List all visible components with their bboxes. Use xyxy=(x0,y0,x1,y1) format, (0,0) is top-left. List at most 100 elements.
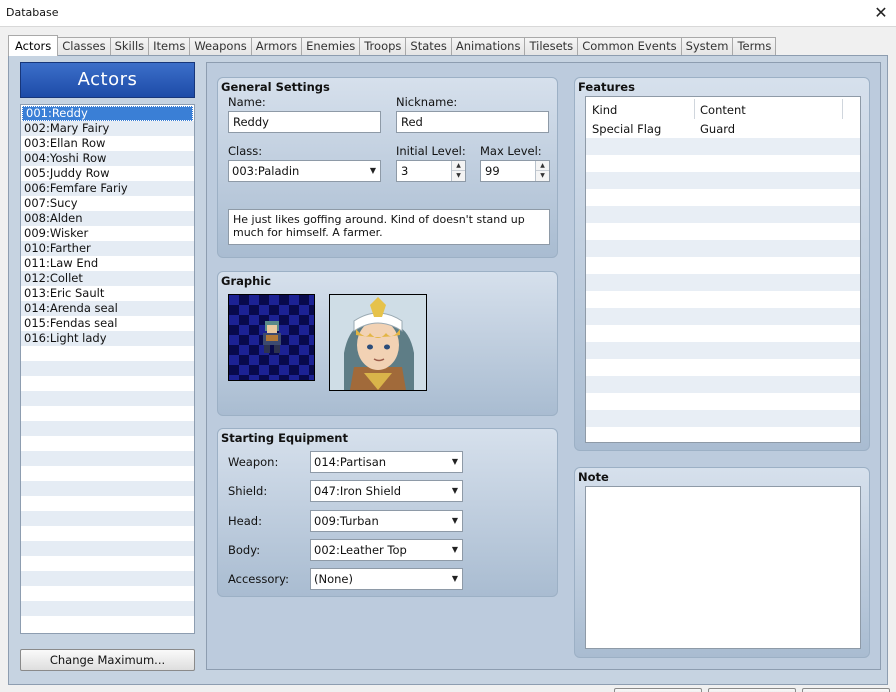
list-item[interactable] xyxy=(21,436,194,451)
list-item[interactable] xyxy=(21,496,194,511)
list-item[interactable]: 001:Reddy xyxy=(22,106,193,121)
list-item[interactable]: 005:Juddy Row xyxy=(21,166,194,181)
tab-terms[interactable]: Terms xyxy=(733,37,777,56)
table-row[interactable] xyxy=(586,427,860,442)
list-item[interactable] xyxy=(21,541,194,556)
list-item[interactable]: 007:Sucy xyxy=(21,196,194,211)
nickname-label: Nickname: xyxy=(396,95,458,109)
list-item[interactable] xyxy=(21,526,194,541)
character-sprite-image[interactable] xyxy=(228,294,315,381)
list-item[interactable] xyxy=(21,406,194,421)
list-item[interactable] xyxy=(21,361,194,376)
table-row[interactable] xyxy=(586,342,860,359)
tab-common-events[interactable]: Common Events xyxy=(578,37,682,56)
table-row[interactable] xyxy=(586,155,860,172)
table-row[interactable] xyxy=(586,223,860,240)
list-item[interactable] xyxy=(21,421,194,436)
list-item[interactable]: 003:Ellan Row xyxy=(21,136,194,151)
table-row[interactable] xyxy=(586,172,860,189)
initial-level-spin-buttons: ▲ ▼ xyxy=(451,161,465,181)
list-item[interactable] xyxy=(21,511,194,526)
tab-states[interactable]: States xyxy=(406,37,452,56)
spin-down-icon[interactable]: ▼ xyxy=(452,171,465,181)
features-table[interactable]: Kind Content Special Flag Guard xyxy=(585,96,861,443)
list-item[interactable] xyxy=(21,376,194,391)
table-row[interactable] xyxy=(586,359,860,376)
actor-list[interactable]: 001:Reddy 002:Mary Fairy 003:Ellan Row 004:… xyxy=(20,104,195,634)
list-item[interactable]: 009:Wisker xyxy=(21,226,194,241)
list-item[interactable] xyxy=(21,451,194,466)
cancel-button[interactable] xyxy=(708,688,796,692)
tab-classes[interactable]: Classes xyxy=(58,37,111,56)
table-row[interactable] xyxy=(586,325,860,342)
features-group: Features Kind Content Special Flag Guard xyxy=(574,77,870,451)
tab-skills[interactable]: Skills xyxy=(110,37,150,56)
name-input[interactable]: Reddy xyxy=(228,111,381,133)
list-item[interactable] xyxy=(21,556,194,571)
face-image[interactable] xyxy=(329,294,427,391)
table-row[interactable] xyxy=(586,393,860,410)
features-col-kind[interactable]: Kind xyxy=(592,103,617,117)
note-textarea[interactable] xyxy=(585,486,861,649)
spin-up-icon[interactable]: ▲ xyxy=(452,161,465,171)
list-item[interactable]: 008:Alden xyxy=(21,211,194,226)
class-select[interactable]: 003:Paladin ▼ xyxy=(228,160,381,182)
table-row[interactable] xyxy=(586,206,860,223)
equipment-slot-select[interactable]: 009:Turban ▼ xyxy=(310,509,463,532)
equipment-slot-select[interactable]: 014:Partisan ▼ xyxy=(310,451,463,473)
table-row[interactable]: Special Flag Guard xyxy=(586,121,860,138)
list-item[interactable] xyxy=(21,481,194,496)
equipment-slot-select[interactable]: 047:Iron Shield ▼ xyxy=(310,480,463,503)
tab-troops[interactable]: Troops xyxy=(360,37,407,56)
list-item[interactable]: 002:Mary Fairy xyxy=(21,121,194,136)
list-item[interactable]: 012:Collet xyxy=(21,271,194,286)
spin-down-icon[interactable]: ▼ xyxy=(536,171,549,181)
nickname-input[interactable]: Red xyxy=(396,111,549,133)
list-item[interactable]: 015:Fendas seal xyxy=(21,316,194,331)
list-item[interactable]: 016:Light lady xyxy=(21,331,194,346)
tab-enemies[interactable]: Enemies xyxy=(302,37,361,56)
table-row[interactable] xyxy=(586,257,860,274)
list-item[interactable]: 011:Law End xyxy=(21,256,194,271)
tab-items[interactable]: Items xyxy=(149,37,191,56)
table-row[interactable] xyxy=(586,240,860,257)
close-icon[interactable]: ✕ xyxy=(866,0,896,27)
list-item[interactable] xyxy=(21,346,194,361)
profile-textarea[interactable]: He just likes goffing around. Kind of do… xyxy=(228,209,550,245)
initial-level-stepper[interactable]: 3 ▲ ▼ xyxy=(396,160,466,182)
tab-animations[interactable]: Animations xyxy=(451,37,526,56)
list-item[interactable]: 010:Farther xyxy=(21,241,194,256)
spin-up-icon[interactable]: ▲ xyxy=(536,161,549,171)
name-label: Name: xyxy=(228,95,266,109)
ok-button[interactable] xyxy=(614,688,702,692)
tab-actors[interactable]: Actors xyxy=(8,35,59,56)
table-row[interactable] xyxy=(586,308,860,325)
table-row[interactable] xyxy=(586,189,860,206)
features-col-content[interactable]: Content xyxy=(700,103,746,117)
list-item[interactable]: 014:Arenda seal xyxy=(21,301,194,316)
list-item[interactable] xyxy=(21,586,194,601)
equipment-slot-select[interactable]: 002:Leather Top ▼ xyxy=(310,538,463,561)
list-item[interactable]: 004:Yoshi Row xyxy=(21,151,194,166)
list-item[interactable]: 013:Eric Sault xyxy=(21,286,194,301)
feature-kind: Special Flag xyxy=(592,122,662,136)
change-maximum-button[interactable]: Change Maximum... xyxy=(20,649,195,671)
max-level-stepper[interactable]: 99 ▲ ▼ xyxy=(480,160,550,182)
list-item[interactable] xyxy=(21,601,194,616)
equipment-slot-select[interactable]: (None) ▼ xyxy=(310,568,463,591)
list-item[interactable] xyxy=(21,391,194,406)
tab-weapons[interactable]: Weapons xyxy=(190,37,252,56)
chevron-down-icon: ▼ xyxy=(369,166,376,175)
table-row[interactable] xyxy=(586,376,860,393)
tab-system[interactable]: System xyxy=(681,37,734,56)
list-item[interactable] xyxy=(21,466,194,481)
tab-armors[interactable]: Armors xyxy=(251,37,303,56)
list-item[interactable] xyxy=(21,571,194,586)
tab-tilesets[interactable]: Tilesets xyxy=(525,37,579,56)
table-row[interactable] xyxy=(586,274,860,291)
table-row[interactable] xyxy=(586,138,860,155)
apply-button[interactable] xyxy=(802,688,890,692)
table-row[interactable] xyxy=(586,410,860,427)
list-item[interactable]: 006:Femfare Fariy xyxy=(21,181,194,196)
table-row[interactable] xyxy=(586,291,860,308)
